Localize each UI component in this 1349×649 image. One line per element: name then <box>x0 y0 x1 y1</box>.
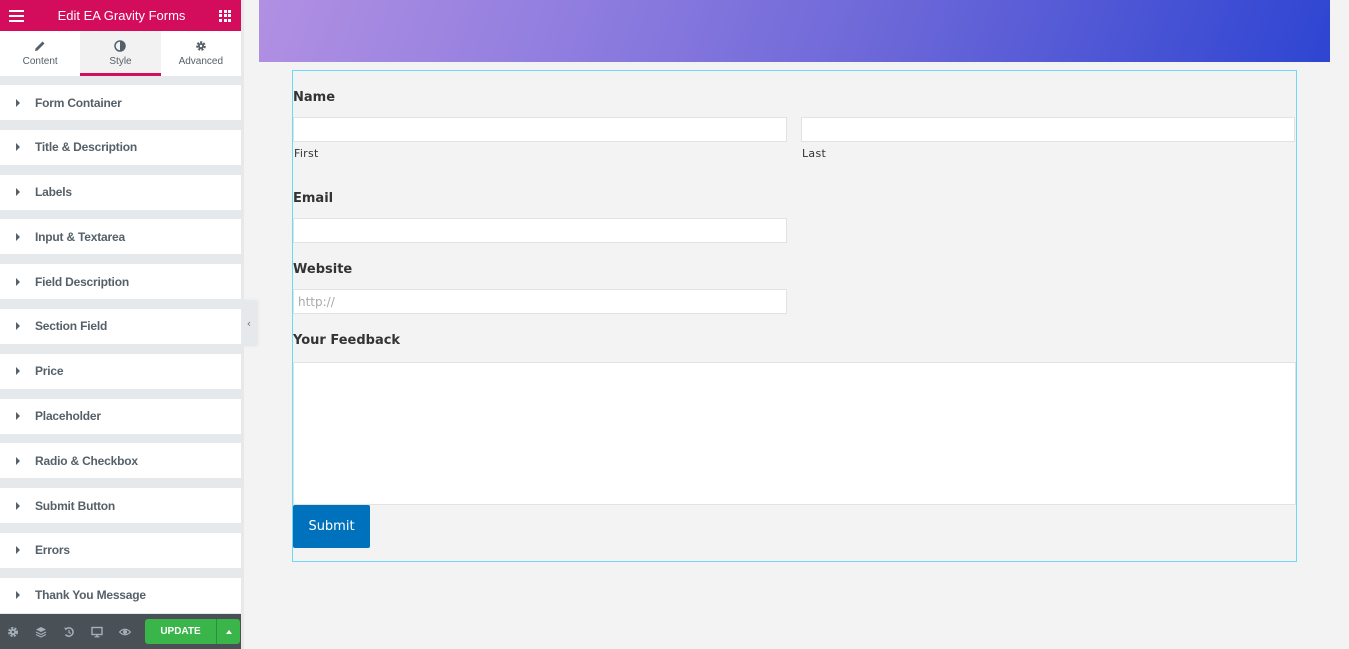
section-input-textarea[interactable]: Input & Textarea <box>0 219 241 255</box>
caret-right-icon <box>16 277 20 286</box>
section-label: Title & Description <box>35 140 137 155</box>
section-label: Input & Textarea <box>35 229 125 244</box>
pencil-icon <box>35 41 45 51</box>
caret-right-icon <box>16 188 20 197</box>
caret-up-icon <box>225 629 232 634</box>
caret-right-icon <box>16 412 20 421</box>
tab-advanced-label: Advanced <box>178 56 224 67</box>
tab-advanced[interactable]: Advanced <box>161 31 241 76</box>
caret-right-icon <box>16 232 20 241</box>
layers-icon[interactable] <box>34 625 48 639</box>
section-form-container[interactable]: Form Container <box>0 85 241 120</box>
section-label: Errors <box>35 543 70 558</box>
last-name-input[interactable] <box>801 117 1295 142</box>
feedback-label: Your Feedback <box>293 333 401 348</box>
update-button[interactable]: UPDATE <box>145 619 216 644</box>
caret-right-icon <box>16 143 20 152</box>
hero-banner <box>259 0 1330 62</box>
section-label: Placeholder <box>35 409 101 424</box>
section-radio-checkbox[interactable]: Radio & Checkbox <box>0 443 241 479</box>
section-field-description[interactable]: Field Description <box>0 264 241 300</box>
section-label: Thank You Message <box>35 588 146 603</box>
settings-icon[interactable] <box>6 625 20 639</box>
save-options-button[interactable] <box>216 619 240 644</box>
section-label: Field Description <box>35 274 129 289</box>
section-section-field[interactable]: Section Field <box>0 308 241 344</box>
style-sections: Form Container Title & Description Label… <box>0 85 241 623</box>
tab-style[interactable]: Style <box>80 31 161 76</box>
gear-icon <box>196 41 206 51</box>
tab-content[interactable]: Content <box>0 31 80 76</box>
section-label: Section Field <box>35 319 108 334</box>
section-label: Submit Button <box>35 498 116 513</box>
menu-icon[interactable] <box>9 9 24 22</box>
submit-button[interactable]: Submit <box>293 505 370 548</box>
first-name-input[interactable] <box>293 117 787 142</box>
panel-tabs: Content Style Advanced <box>0 31 241 76</box>
section-price[interactable]: Price <box>0 353 241 389</box>
section-thank-you-message[interactable]: Thank You Message <box>0 577 241 613</box>
chevron-left-icon: ‹ <box>246 316 252 330</box>
panel-footer: UPDATE <box>0 614 241 649</box>
feedback-textarea[interactable] <box>293 362 1296 505</box>
caret-right-icon <box>16 591 20 600</box>
website-input[interactable] <box>293 289 787 314</box>
website-label: Website <box>293 262 353 277</box>
section-label: Radio & Checkbox <box>35 453 138 468</box>
last-sublabel: Last <box>802 147 827 160</box>
caret-right-icon <box>16 367 20 376</box>
first-sublabel: First <box>294 147 319 160</box>
gravity-form-widget[interactable]: Name First Last Email Website Your Feedb… <box>292 70 1297 562</box>
collapse-panel-button[interactable]: ‹ <box>242 300 256 346</box>
tab-content-label: Content <box>22 56 58 67</box>
history-icon[interactable] <box>62 625 76 639</box>
section-label: Form Container <box>35 95 122 110</box>
editor-panel: Edit EA Gravity Forms Content Style Adva… <box>0 0 241 649</box>
email-label: Email <box>293 191 334 206</box>
update-button-group: UPDATE <box>145 619 240 644</box>
caret-right-icon <box>16 322 20 331</box>
section-label: Price <box>35 364 64 379</box>
responsive-icon[interactable] <box>90 625 104 639</box>
email-input[interactable] <box>293 218 787 243</box>
section-label: Labels <box>35 185 72 200</box>
panel-title: Edit EA Gravity Forms <box>57 8 186 23</box>
caret-right-icon <box>16 546 20 555</box>
name-label: Name <box>293 90 336 105</box>
widgets-grid-icon[interactable] <box>219 9 231 22</box>
panel-header: Edit EA Gravity Forms <box>0 0 241 31</box>
section-title-description[interactable]: Title & Description <box>0 129 241 165</box>
section-errors[interactable]: Errors <box>0 532 241 568</box>
tab-style-label: Style <box>109 56 132 67</box>
half-circle-icon <box>114 40 127 52</box>
caret-right-icon <box>16 98 20 107</box>
preview-icon[interactable] <box>118 625 132 639</box>
section-submit-button[interactable]: Submit Button <box>0 488 241 524</box>
caret-right-icon <box>16 501 20 510</box>
caret-right-icon <box>16 456 20 465</box>
section-placeholder[interactable]: Placeholder <box>0 398 241 434</box>
section-labels[interactable]: Labels <box>0 174 241 210</box>
